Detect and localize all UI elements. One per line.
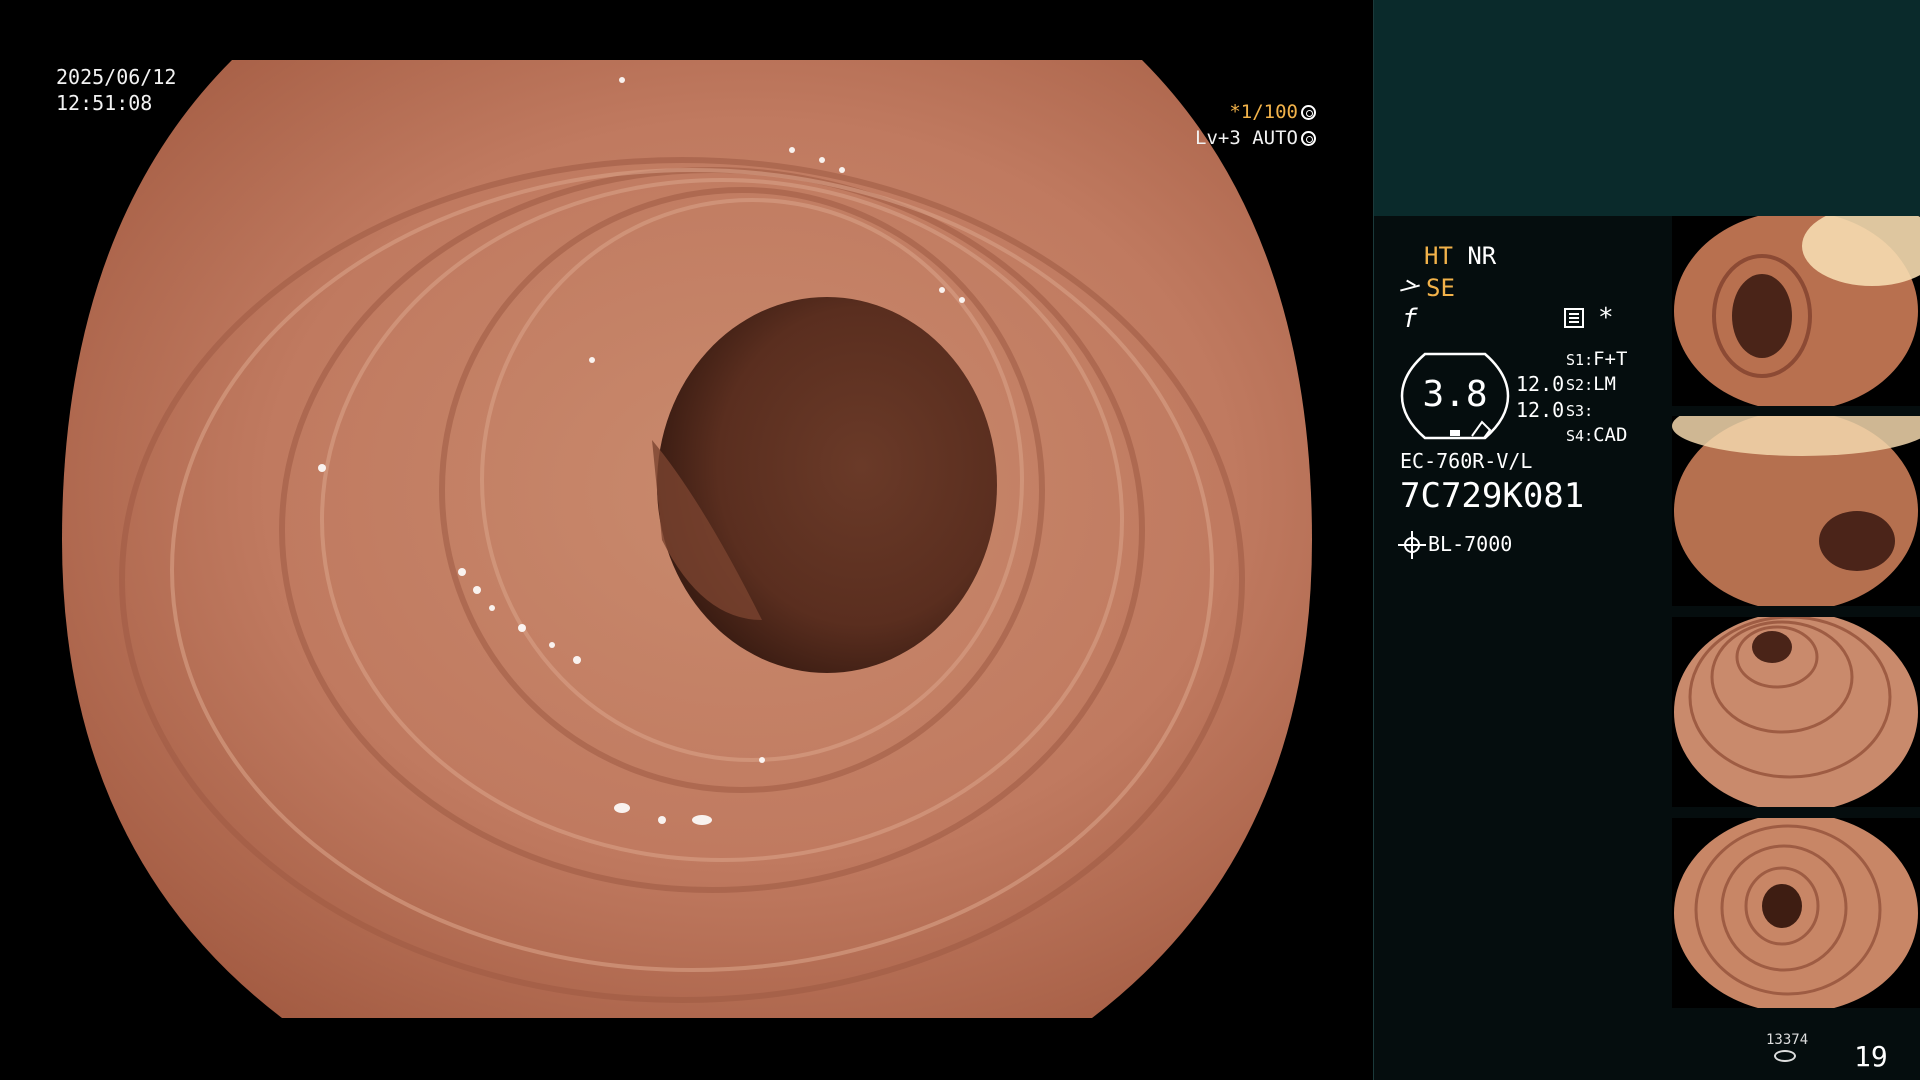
gauge-value-a: 12.0 (1516, 372, 1565, 396)
counter-icon (1774, 1050, 1796, 1062)
capture-thumbnail[interactable] (1672, 818, 1920, 1008)
shutter-dial-icon (1301, 105, 1316, 120)
se-icon (1400, 280, 1422, 296)
date-text: 2025/06/12 (56, 65, 177, 89)
star-indicator: * (1598, 303, 1614, 333)
switch-s1: S1:F+T (1566, 348, 1628, 370)
se-indicator: SE (1426, 274, 1455, 302)
scope-serial: 7C729K081 (1400, 476, 1585, 516)
switch-s3: S3: (1566, 402, 1594, 420)
nr-indicator: NR (1467, 242, 1497, 270)
image-counter: 19 (1854, 1040, 1888, 1073)
exposure-mode: AUTO (1252, 127, 1298, 149)
capture-thumbnail[interactable] (1672, 617, 1920, 807)
endoscope-live-view (62, 60, 1312, 1018)
ht-indicator: HT (1424, 242, 1453, 270)
se-status: SE (1400, 274, 1455, 302)
time-text: 12:51:08 (56, 91, 153, 115)
shutter-speed: *1/100 (1229, 101, 1298, 123)
capture-thumbnail[interactable] (1672, 216, 1920, 406)
ht-nr-status: HT NR (1424, 242, 1496, 270)
image-counter-small: 13374 (1766, 1032, 1809, 1048)
switch-s2: S2:LM (1566, 373, 1616, 395)
light-source: BL-7000 (1398, 531, 1513, 559)
cad-panel-icon (1564, 308, 1584, 328)
capture-thumbnail[interactable] (1672, 416, 1920, 606)
endoscopy-screen: 2025/06/12 12:51:08 *1/100 Lv+3 AUTO HT … (0, 0, 1920, 1080)
f-status: f (1402, 304, 1418, 334)
light-source-icon (1398, 531, 1426, 559)
date-time-readout: 2025/06/12 12:51:08 (56, 64, 176, 116)
scope-model: EC-760R-V/L (1400, 449, 1533, 473)
exposure-level: Lv+3 (1195, 127, 1241, 149)
light-source-name: BL-7000 (1428, 532, 1513, 556)
gauge-value-b: 12.0 (1516, 398, 1565, 422)
auto-mode-icon (1301, 131, 1316, 146)
exposure-readout: *1/100 Lv+3 AUTO (1195, 99, 1316, 151)
gauge-value: 3.8 (1422, 374, 1488, 415)
panel-header-area (1374, 0, 1920, 216)
switch-s4: S4:CAD (1566, 424, 1628, 446)
f-indicator: f (1402, 304, 1418, 334)
